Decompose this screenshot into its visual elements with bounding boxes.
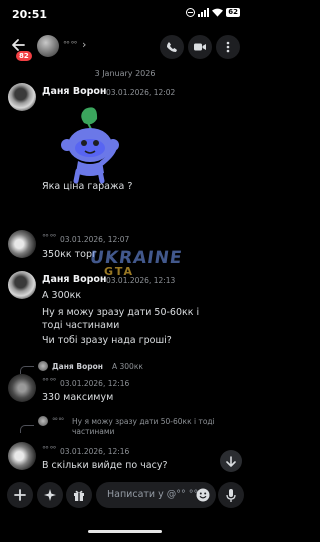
- message-text: Ну я можу зразу дати 50-60кк і тоді част…: [42, 307, 200, 331]
- chat-title[interactable]: °° °°: [63, 40, 78, 49]
- gift-button[interactable]: [66, 482, 92, 508]
- message-input-placeholder: Написати у @°° °°: [107, 489, 199, 500]
- watermark-text: UKRAINE: [88, 248, 184, 268]
- message-author[interactable]: Даня Ворон: [42, 274, 107, 285]
- apps-button[interactable]: [37, 482, 63, 508]
- phone-icon: [167, 42, 177, 52]
- plus-icon: [14, 489, 26, 501]
- message-text: А 300кк: [42, 290, 82, 301]
- chevron-right-icon[interactable]: ›: [82, 38, 86, 51]
- date-divider: 3 January 2026: [0, 61, 250, 78]
- more-button[interactable]: [216, 35, 240, 59]
- reply-avatar: [38, 361, 48, 371]
- arrow-down-icon: [226, 455, 236, 467]
- unread-badge: 82: [16, 51, 32, 61]
- message-text: В скільки вийде по часу?: [42, 460, 168, 471]
- message-author[interactable]: °° °°: [42, 377, 57, 386]
- message-input[interactable]: Написати у @°° °°: [96, 482, 216, 508]
- signal-icon: [198, 8, 210, 17]
- message-author[interactable]: Даня Ворон: [42, 86, 107, 97]
- apps-icon: [44, 489, 56, 501]
- message-timestamp: 03.01.2026, 12:02: [106, 88, 176, 97]
- avatar[interactable]: [8, 271, 36, 299]
- avatar[interactable]: [37, 35, 59, 57]
- wumpus-sticker[interactable]: [50, 105, 130, 185]
- reply-avatar: [38, 416, 48, 426]
- do-not-disturb-icon: [186, 8, 196, 17]
- watermark-text: GTA: [104, 265, 134, 278]
- more-vertical-icon: [226, 41, 230, 53]
- message-timestamp: 03.01.2026, 12:16: [60, 447, 130, 456]
- home-indicator: [88, 530, 162, 533]
- reply-connector: [20, 425, 34, 433]
- video-call-button[interactable]: [188, 35, 212, 59]
- message-text: Чи тобі зразу нада гроші?: [42, 335, 172, 346]
- gift-icon: [74, 490, 84, 501]
- voice-call-button[interactable]: [160, 35, 184, 59]
- message-author[interactable]: °° °°: [42, 233, 57, 242]
- reply-connector: [20, 366, 34, 374]
- emoji-icon[interactable]: [196, 488, 210, 502]
- voice-message-button[interactable]: [218, 482, 244, 508]
- battery-icon: 62: [226, 8, 240, 17]
- reply-preview[interactable]: Ну я можу зразу дати 50-60кк і тоді част…: [72, 417, 242, 437]
- scroll-to-bottom-button[interactable]: [220, 450, 242, 472]
- reply-author[interactable]: °° °°: [52, 417, 64, 425]
- clock: 20:51: [12, 8, 48, 21]
- microphone-icon: [226, 488, 236, 502]
- system-icons: 62: [186, 8, 240, 17]
- wifi-icon: [212, 8, 224, 17]
- avatar[interactable]: [8, 230, 36, 258]
- avatar[interactable]: [8, 83, 36, 111]
- reply-preview[interactable]: А 300кк: [112, 362, 143, 372]
- date-divider-label: 3 January 2026: [90, 69, 160, 78]
- message-timestamp: 03.01.2026, 12:16: [60, 379, 130, 388]
- message-text: Яка ціна гаража ?: [42, 181, 133, 192]
- add-attachment-button[interactable]: [7, 482, 33, 508]
- message-text: 330 максимум: [42, 392, 114, 403]
- message-composer: Написати у @°° °°: [0, 479, 250, 511]
- avatar[interactable]: [8, 442, 36, 470]
- message-author[interactable]: °° °°: [42, 445, 57, 454]
- avatar[interactable]: [8, 374, 36, 402]
- video-camera-icon: [194, 43, 206, 51]
- reply-author[interactable]: Даня Ворон: [52, 362, 103, 371]
- status-bar: 20:51 62: [0, 0, 250, 28]
- message-timestamp: 03.01.2026, 12:07: [60, 235, 130, 244]
